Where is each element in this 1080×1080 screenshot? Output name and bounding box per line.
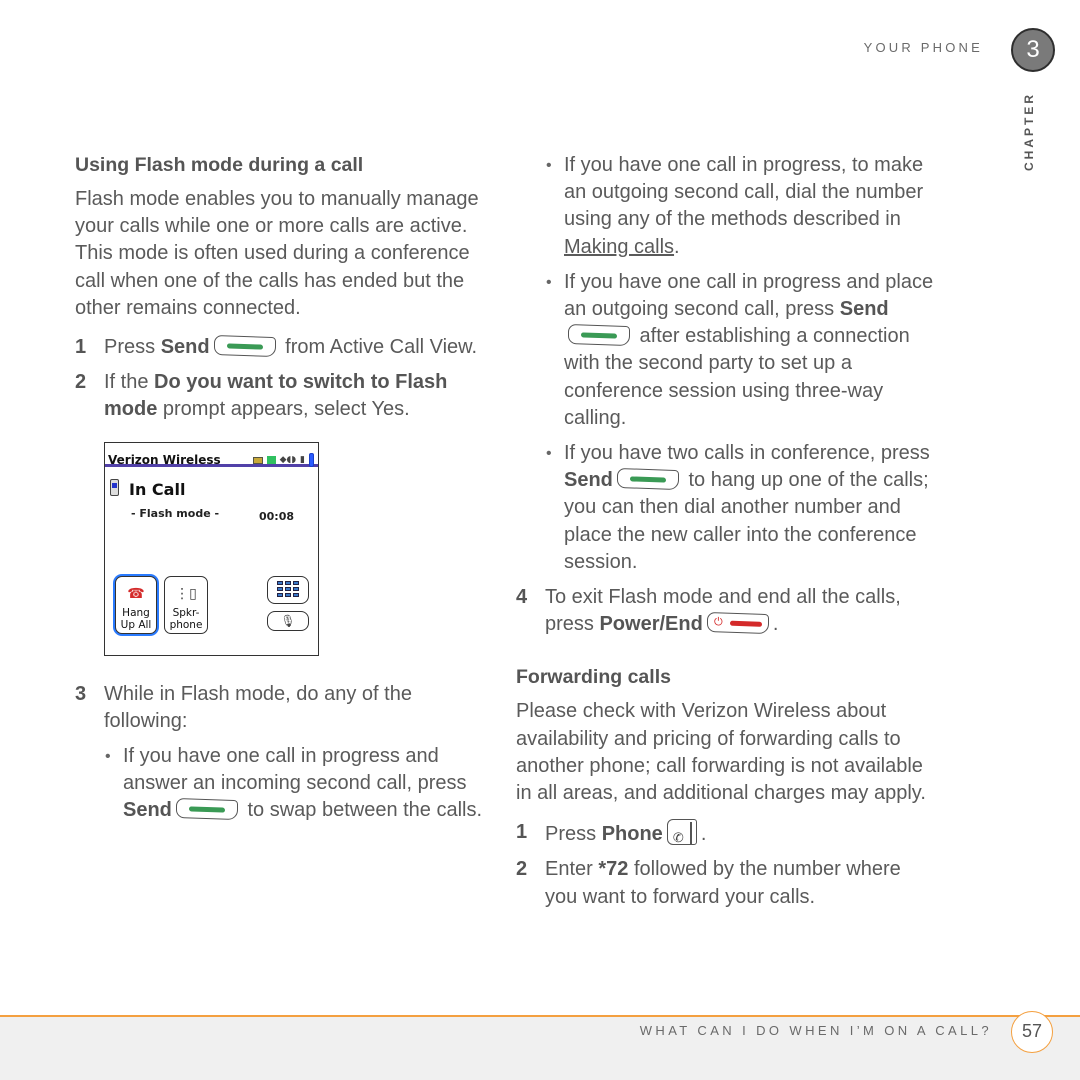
call-mode-label: - Flash mode -: [131, 506, 220, 520]
list-item: If you have two calls in conference, pre…: [546, 440, 936, 576]
call-timer: 00:08: [259, 509, 295, 523]
step-number: 2: [516, 858, 528, 881]
step-text: Enter *72 followed by the number where y…: [545, 856, 936, 910]
step-text: While in Flash mode, do any of the follo…: [104, 682, 412, 732]
step-text: If the Do you want to switch to Flash mo…: [104, 369, 495, 423]
forwarding-step-1: 1 Press Phone ✆.: [516, 819, 936, 848]
step-text-post: .: [700, 823, 707, 846]
flash-options-list-continued: If you have one call in progress, to mak…: [546, 152, 936, 576]
battery-icon: [309, 453, 314, 468]
forwarding-step-2: 2 Enter *72 followed by the number where…: [516, 856, 936, 910]
step-number: 3: [75, 682, 87, 705]
step-number: 4: [516, 586, 528, 609]
button-label-line-2: phone: [169, 618, 203, 631]
bluetooth-icon: ◆◖◗: [279, 454, 297, 465]
section-title-forwarding: Forwarding calls: [516, 666, 671, 689]
item-text-post: to swap between the calls.: [241, 799, 483, 822]
item-text-pre: If you have two calls in conference, pre…: [564, 442, 930, 465]
step-number: 1: [516, 821, 528, 844]
carrier-name: Verizon Wireless: [108, 452, 221, 467]
step-text: Press Phone ✆.: [545, 819, 936, 848]
power-end-key-icon: ⏻: [706, 612, 769, 635]
step-text-post: prompt appears, select Yes.: [157, 398, 410, 421]
button-label-line-1: Hang: [122, 606, 150, 619]
hang-up-all-button[interactable]: ☎ Hang Up All: [115, 575, 157, 634]
button-label-line-1: Spkr-: [172, 606, 200, 619]
page-number: 57: [1011, 1011, 1053, 1053]
button-label-line-2: Up All: [120, 618, 152, 631]
step-text: To exit Flash mode and end all the calls…: [545, 584, 936, 638]
key-label: Power/End: [599, 613, 703, 636]
data-network-icon: [266, 456, 276, 465]
step-4: 4 To exit Flash mode and end all the cal…: [516, 584, 936, 638]
step-key-label: Send: [160, 336, 210, 359]
step-text-post: from Active Call View.: [279, 336, 478, 359]
right-column: If you have one call in progress, to mak…: [516, 152, 936, 919]
list-item: If you have one call in progress, to mak…: [546, 152, 936, 261]
keypad-icon: [277, 580, 299, 597]
device-screenshot: Verizon Wireless ◆◖◗ ▮ In Call - Flash m…: [104, 441, 319, 656]
phone-hangup-icon: ☎: [127, 585, 145, 602]
speakerphone-button[interactable]: ⋮▯ Spkr- phone: [164, 575, 208, 634]
step-text-pre: Press: [545, 823, 602, 846]
phone-handset-icon: [110, 478, 119, 496]
key-label: Send: [564, 469, 613, 492]
step-text-post: .: [772, 613, 779, 636]
step-text-pre: Enter: [545, 858, 599, 881]
making-calls-link[interactable]: Making calls: [564, 236, 674, 258]
message-icon: [252, 456, 263, 464]
item-text-post: .: [674, 235, 680, 258]
step-text-pre: Press: [104, 336, 161, 359]
left-column: Using Flash mode during a call Flash mod…: [75, 152, 495, 833]
chapter-number-badge: 3: [1011, 28, 1055, 72]
signal-strength-icon: ▮: [300, 454, 305, 465]
speakerphone-icon: ⋮▯: [175, 585, 197, 602]
mute-button[interactable]: 🎙︎: [267, 610, 309, 631]
flash-mode-intro: Flash mode enables you to manually manag…: [75, 188, 479, 319]
footer-section-title: WHAT CAN I DO WHEN I’M ON A CALL?: [639, 1023, 992, 1038]
running-head: YOUR PHONE: [863, 40, 983, 55]
key-label: Send: [839, 298, 889, 321]
item-text-pre: If you have one call in progress and ans…: [123, 745, 467, 795]
key-label: Send: [123, 799, 172, 822]
flash-options-list: If you have one call in progress and ans…: [105, 743, 495, 825]
step-number: 2: [75, 371, 87, 394]
keypad-button[interactable]: [267, 575, 309, 604]
microphone-icon: 🎙︎: [280, 613, 296, 628]
step-3: 3 While in Flash mode, do any of the fol…: [75, 681, 495, 735]
list-item: If you have one call in progress and pla…: [546, 269, 936, 432]
step-text: Press Send from Active Call View.: [104, 334, 495, 361]
status-icons: ◆◖◗ ▮: [252, 447, 314, 474]
send-key-icon: [568, 324, 630, 347]
phone-key-icon: ✆: [666, 819, 697, 846]
send-key-icon: [175, 798, 238, 821]
forwarding-intro: Please check with Verizon Wireless about…: [516, 700, 926, 805]
section-title-flash-mode: Using Flash mode during a call: [75, 154, 364, 176]
step-number: 1: [75, 336, 87, 359]
list-item: If you have one call in progress and ans…: [105, 743, 495, 825]
device-title-bar: Verizon Wireless ◆◖◗ ▮: [105, 443, 318, 468]
chapter-label: CHAPTER: [1022, 92, 1036, 172]
step-2: 2 If the Do you want to switch to Flash …: [75, 369, 495, 423]
step-1: 1 Press Send from Active Call View.: [75, 334, 495, 361]
step-text-pre: If the: [104, 371, 155, 394]
item-text-pre: If you have one call in progress, to mak…: [564, 154, 924, 231]
forward-code: *72: [598, 858, 629, 881]
key-label: Phone: [601, 823, 663, 846]
send-key-icon: [616, 468, 679, 491]
send-key-icon: [213, 334, 276, 358]
